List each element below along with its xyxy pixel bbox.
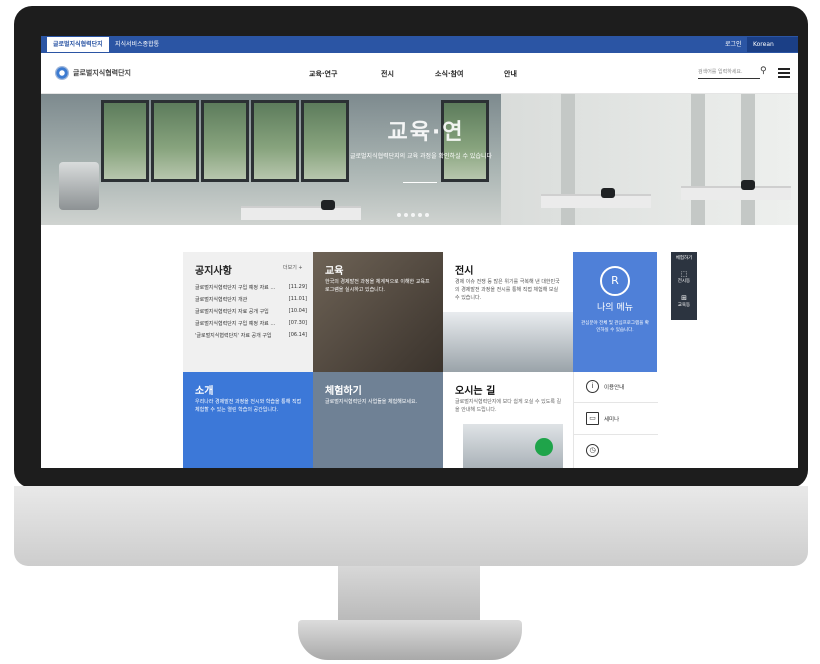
chair <box>321 200 335 210</box>
directions-desc: 글로벌지식협력단지에 보다 쉽게 오실 수 있도록 길을 안내해 드립니다. <box>455 399 562 413</box>
slider-dot[interactable] <box>397 213 401 217</box>
intro-desc: 우리나라 경제발전 과정을 전시와 학습을 통해 직접 체험할 수 있는 열린 … <box>195 399 302 413</box>
site-tab-knowledge-service[interactable]: 지식서비스종합통 <box>109 37 165 52</box>
experience-tile[interactable]: 체험하기 글로벌지식협력단지 사업들을 체험해보세요. <box>313 372 443 468</box>
hero-divider <box>403 182 437 183</box>
window-image <box>101 100 149 182</box>
site-logo-text[interactable]: 글로벌지식협력단지 <box>73 68 131 78</box>
directions-title: 오시는 길 <box>455 386 496 397</box>
notice-title: 공지사항 <box>195 266 232 277</box>
exhibition-title: 전시 <box>455 266 474 277</box>
education-desc: 한국의 경제발전 과정을 체계적으로 이해한 교육프로그램을 실시하고 있습니다… <box>325 279 430 293</box>
side-item-education[interactable]: ⊞ 교육동 <box>671 294 697 308</box>
slider-dot[interactable] <box>425 213 429 217</box>
notice-item[interactable]: 글로벌지식협력단지 구입 예정 자료 … [11.29] <box>195 284 307 291</box>
notice-item[interactable]: 글로벌지식협력단지 자료 공개 구입 [10.04] <box>195 308 307 315</box>
monitor-stand-base <box>298 620 522 660</box>
experience-title: 체험하기 <box>325 386 362 397</box>
desk <box>241 206 361 220</box>
login-link[interactable]: 로그인 <box>719 37 748 52</box>
seminar-icon: ▭ <box>586 412 599 425</box>
education-title: 교육 <box>325 266 344 277</box>
window-image <box>151 100 199 182</box>
window-image <box>201 100 249 182</box>
hero-title: 교육·연 <box>387 120 465 145</box>
site-tab-knowledge-complex[interactable]: 글로벌지식협력단지 <box>47 37 109 52</box>
notice-item[interactable]: 글로벌지식협력단지 개관 [11.01] <box>195 296 307 303</box>
language-select[interactable]: Korean ▾ <box>747 37 798 52</box>
menu-news-participation[interactable]: 소식·참여 <box>435 69 463 79</box>
search-icon[interactable]: ⚲ <box>760 66 770 76</box>
my-menu-title: 나의 메뉴 <box>597 303 633 313</box>
intro-title: 소개 <box>195 386 214 397</box>
language-label: Korean <box>753 41 774 48</box>
intro-tile[interactable]: 소개 우리나라 경제발전 과정을 전시와 학습을 통해 직접 체험할 수 있는 … <box>183 372 313 468</box>
education-tile[interactable]: 교육 한국의 경제발전 과정을 체계적으로 이해한 교육프로그램을 실시하고 있… <box>313 252 443 372</box>
desk <box>681 186 791 200</box>
pillar <box>691 94 705 225</box>
screen: 글로벌지식협력단지 지식서비스종합통 로그인 Korean ▾ 글로벌지식협력단… <box>41 36 798 468</box>
monitor-stand-neck <box>338 566 480 622</box>
link-usage-guide[interactable]: i 이용안내 <box>574 372 658 403</box>
slider-dots[interactable] <box>397 202 432 221</box>
side-item-exhibition[interactable]: ⬚ 전시동 <box>671 270 697 284</box>
my-menu-tile[interactable]: R 나의 메뉴 관심분야 전체 및 관심프로그램을 확인하실 수 있습니다. <box>573 252 657 372</box>
menu-education-research[interactable]: 교육·연구 <box>309 69 337 79</box>
slider-dot[interactable] <box>418 213 422 217</box>
notice-item[interactable]: '글로벌지식협력단지' 자료 공개 구입 [06.14] <box>195 332 307 339</box>
slider-dot[interactable] <box>411 213 415 217</box>
experience-desc: 글로벌지식협력단지 사업들을 체험해보세요. <box>325 399 418 405</box>
hero-banner: 교육·연 글로벌지식협력단지의 교육 과정을 확인하실 수 있습니다 <box>41 94 798 225</box>
floating-action-button[interactable] <box>535 438 553 456</box>
chair <box>601 188 615 198</box>
monitor-chin <box>14 486 808 566</box>
quick-links: i 이용안내 ▭ 세미나 ◷ <box>573 372 658 468</box>
exhibition-icon: ⬚ <box>680 270 688 278</box>
menu-exhibition[interactable]: 전시 <box>381 69 394 79</box>
user-icon: R <box>600 266 630 296</box>
directions-tile[interactable]: 오시는 길 글로벌지식협력단지에 보다 쉽게 오실 수 있도록 길을 안내해 드… <box>443 372 573 468</box>
search-input[interactable]: 검색어를 입력하세요. <box>698 68 760 79</box>
desk <box>541 194 651 208</box>
window-image <box>251 100 299 182</box>
book-icon: ⊞ <box>681 294 687 302</box>
link-more[interactable]: ◷ <box>574 436 658 466</box>
logo-icon[interactable] <box>55 66 69 80</box>
hamburger-menu-icon[interactable] <box>778 68 790 78</box>
notice-item[interactable]: 글로벌지식협력단지 구입 예정 자료 … [07.30] <box>195 320 307 327</box>
hero-subtitle: 글로벌지식협력단지의 교육 과정을 확인하실 수 있습니다 <box>349 153 493 160</box>
window-image <box>301 100 349 182</box>
notice-panel: 공지사항 더보기 + 글로벌지식협력단지 구입 예정 자료 … [11.29] 글… <box>183 252 313 372</box>
exhibition-tile[interactable]: 전시 경제 이슈 전쟁 등 많은 위기를 극복해 낸 대한민국의 경제발전 과정… <box>443 252 573 372</box>
exhibition-desc: 경제 이슈 전쟁 등 많은 위기를 극복해 낸 대한민국의 경제발전 과정을 전… <box>455 279 560 301</box>
menu-guide[interactable]: 안내 <box>504 69 517 79</box>
clock-icon: ◷ <box>586 444 599 457</box>
quick-side-panel: 체험하기 ⬚ 전시동 ⊞ 교육동 <box>671 252 697 320</box>
chair <box>741 180 755 190</box>
slider-dot[interactable] <box>404 213 408 217</box>
podium-image <box>59 162 99 210</box>
header-nav <box>41 53 798 94</box>
my-menu-desc: 관심분야 전체 및 관심프로그램을 확인하실 수 있습니다. <box>581 321 649 333</box>
pillar <box>741 94 755 225</box>
top-bar: 글로벌지식협력단지 지식서비스종합통 로그인 Korean ▾ <box>41 36 798 53</box>
building-image <box>443 312 573 372</box>
link-seminar[interactable]: ▭ 세미나 <box>574 404 658 435</box>
side-panel-title: 체험하기 <box>675 256 693 261</box>
notice-more-link[interactable]: 더보기 + <box>283 264 303 271</box>
info-icon: i <box>586 380 599 393</box>
